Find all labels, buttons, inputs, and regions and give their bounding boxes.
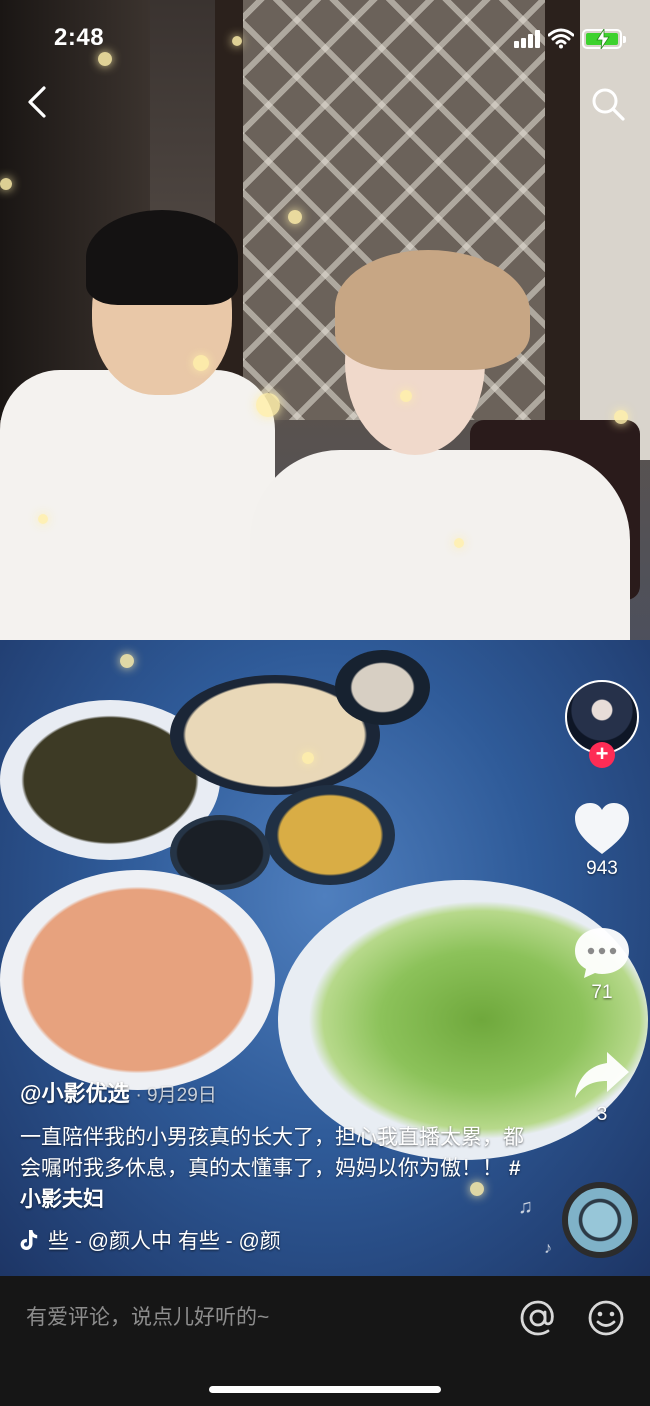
search-icon[interactable]: [588, 84, 628, 124]
sparkle: [288, 210, 302, 224]
music-note-icon: ♪: [544, 1240, 552, 1257]
follow-button[interactable]: +: [589, 742, 615, 768]
at-icon[interactable]: [518, 1298, 558, 1338]
back-icon[interactable]: [20, 82, 56, 122]
sparkle: [193, 355, 209, 371]
status-time: 2:48: [54, 24, 105, 51]
status-bar: 2:48: [0, 0, 650, 75]
author-name[interactable]: @小影优选: [20, 1081, 129, 1106]
sparkle: [256, 393, 280, 417]
scene-sauce-bowl: [265, 785, 395, 885]
comment-button[interactable]: 71: [565, 926, 639, 1004]
wifi-icon: [548, 28, 574, 49]
comment-input[interactable]: 有爱评论，说点儿好听的~: [26, 1298, 486, 1338]
heart-icon: [575, 803, 629, 854]
music-disc[interactable]: [562, 1182, 638, 1258]
comment-count: 71: [591, 982, 613, 1003]
tiktok-logo-icon: [20, 1230, 38, 1250]
sparkle: [454, 538, 464, 548]
post-date: · 9月29日: [135, 1085, 217, 1106]
video-description: 一直陪伴我的小男孩真的长大了，担心我直播太累，都会嘱咐我多休息，真的太懂事了，妈…: [20, 1122, 540, 1215]
sparkle: [400, 390, 412, 402]
share-count: 3: [596, 1104, 608, 1125]
like-button[interactable]: 943: [565, 802, 639, 880]
sparkle: [38, 514, 48, 524]
scene-crab-plate: [0, 870, 275, 1090]
like-count: 943: [586, 858, 618, 879]
sparkle: [0, 178, 12, 190]
video-caption: @小影优选 · 9月29日 一直陪伴我的小男孩真的长大了，担心我直播太累，都会嘱咐…: [20, 1076, 540, 1255]
author-line: @小影优选 · 9月29日: [20, 1076, 540, 1108]
scene-bowl: [335, 650, 430, 725]
scene-boy-hair: [86, 210, 238, 305]
share-icon: [575, 1052, 629, 1098]
scene-woman-hair: [335, 250, 530, 370]
share-button[interactable]: 3: [565, 1050, 639, 1126]
description-text: 一直陪伴我的小男孩真的长大了，担心我直播太累，都会嘱咐我多休息，真的太懂事了，妈…: [20, 1126, 524, 1180]
music-title: 些 - @颜人中 有些 - @颜: [48, 1230, 281, 1253]
sparkle: [614, 410, 628, 424]
home-indicator[interactable]: [209, 1386, 441, 1393]
sparkle: [120, 654, 134, 668]
battery-icon: [582, 29, 626, 49]
signal-icon: [514, 30, 542, 48]
comment-icon: [575, 928, 629, 978]
emoji-icon[interactable]: [586, 1298, 626, 1338]
sparkle: [302, 752, 314, 764]
music-line[interactable]: 些 - @颜人中 有些 - @颜: [20, 1225, 540, 1255]
